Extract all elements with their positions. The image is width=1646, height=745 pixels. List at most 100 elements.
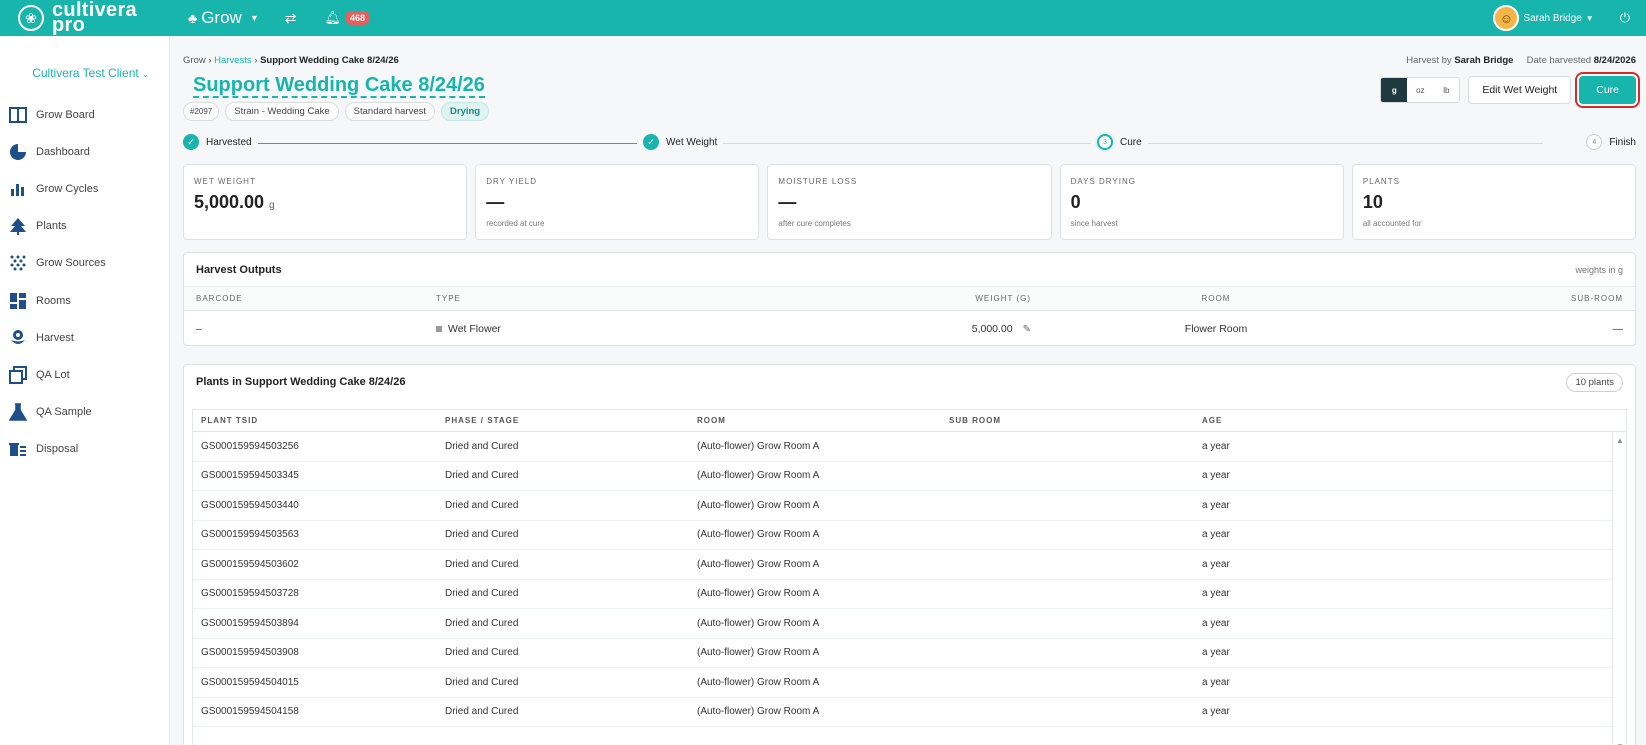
type-label: Wet Flower xyxy=(448,323,501,335)
stat-number: 5,000.00 xyxy=(194,192,265,212)
sidebar: Cultivera Test Client ⌄ Grow Board Dashbo… xyxy=(0,36,170,745)
client-name: Cultivera Test Client xyxy=(32,66,139,80)
table-row: – Wet Flower 5,000.00 ✎ Flower Room — xyxy=(184,311,1635,347)
power-icon[interactable]: ⏻ xyxy=(1620,10,1630,26)
age-cell: a year xyxy=(1202,676,1230,688)
step-wet-weight: ✓ Wet Weight xyxy=(637,134,724,150)
type-cell: Wet Flower xyxy=(436,323,736,335)
main-content: Grow › Harvests › Support Wedding Cake 8… xyxy=(171,36,1646,745)
phase-cell: Dried and Cured xyxy=(445,558,519,570)
breadcrumb-separator: › xyxy=(208,55,212,66)
table-row[interactable]: GS000159594503563 Dried and Cured (Auto-fl… xyxy=(193,521,1626,550)
table-row[interactable]: GS000159594503345 Dried and Cured (Auto-fl… xyxy=(193,462,1626,491)
panel-title: Plants in Support Wedding Cake 8/24/26 xyxy=(196,376,406,388)
sidebar-item-grow-sources[interactable]: Grow Sources xyxy=(0,245,169,282)
plant-tsid-cell: GS000159594504015 xyxy=(201,676,299,688)
breadcrumb-separator: › xyxy=(254,55,258,66)
table-row[interactable]: GS000159594504158 Dried and Cured (Auto-fl… xyxy=(193,698,1626,727)
stat-sub: after cure completes xyxy=(778,219,851,228)
client-selector[interactable]: Cultivera Test Client ⌄ xyxy=(0,66,169,80)
plant-tsid-cell: GS000159594503602 xyxy=(201,558,299,570)
action-bar: g oz lb Edit Wet Weight Cure xyxy=(1380,76,1636,104)
plant-tsid-cell: GS000159594503345 xyxy=(201,470,299,482)
sidebar-item-qa-lot[interactable]: QA Lot xyxy=(0,356,169,393)
swap-icon[interactable]: ⇄ xyxy=(285,10,297,27)
column-header[interactable]: SUB ROOM xyxy=(949,416,1202,425)
sidebar-item-grow-cycles[interactable]: Grow Cycles xyxy=(0,170,169,207)
breadcrumb-harvests-link[interactable]: Harvests xyxy=(214,55,251,66)
phase-cell: Dried and Cured xyxy=(445,647,519,659)
module-label: Grow xyxy=(201,8,242,27)
sidebar-item-rooms[interactable]: Rooms xyxy=(0,282,169,319)
room-cell: (Auto-flower) Grow Room A xyxy=(697,499,820,511)
stat-card-dry-yield: DRY YIELD — recorded at cure xyxy=(475,164,760,240)
sidebar-item-plants[interactable]: Plants xyxy=(0,208,169,245)
age-cell: a year xyxy=(1202,440,1230,452)
age-cell: a year xyxy=(1202,499,1230,511)
room-cell: Flower Room xyxy=(1184,323,1248,335)
module-menu[interactable]: ♣ Grow ▼ xyxy=(180,8,267,28)
harvest-type-tag: Standard harvest xyxy=(344,102,436,121)
room-cell: (Auto-flower) Grow Room A xyxy=(697,529,820,541)
grid-header: PLANT TSID PHASE / STAGE ROOM SUB ROOM A… xyxy=(193,410,1626,432)
avatar[interactable]: ☺ xyxy=(1493,5,1520,31)
plant-tsid-cell: GS000159594503563 xyxy=(201,529,299,541)
room-cell: (Auto-flower) Grow Room A xyxy=(697,588,820,600)
sidebar-item-label: Dashboard xyxy=(36,145,90,158)
step-cure: 3 Cure xyxy=(1091,134,1148,150)
unit-lb-button[interactable]: lb xyxy=(1433,78,1459,102)
scroll-up-icon[interactable]: ▲ xyxy=(1616,436,1624,445)
stat-value: — xyxy=(778,192,797,212)
table-row[interactable]: GS000159594503440 Dried and Cured (Auto-fl… xyxy=(193,491,1626,521)
pencil-icon[interactable]: ✎ xyxy=(1023,324,1031,335)
bell-icon: 🔔︎ xyxy=(324,10,341,25)
notifications-button[interactable]: 🔔︎ 468 xyxy=(324,10,371,26)
disposal-icon xyxy=(8,439,28,459)
edit-wet-weight-button[interactable]: Edit Wet Weight xyxy=(1468,76,1572,104)
cure-button[interactable]: Cure xyxy=(1579,76,1636,104)
logo[interactable]: ❀ cultivera pro xyxy=(0,0,180,36)
page-title[interactable]: Support Wedding Cake 8/24/26 xyxy=(193,74,485,98)
sidebar-item-qa-sample[interactable]: QA Sample xyxy=(0,394,169,431)
table-row[interactable]: GS000159594503908 Dried and Cured (Auto-fl… xyxy=(193,639,1626,668)
chevron-down-icon[interactable]: ▼ xyxy=(1586,14,1594,23)
grid-scrollbar[interactable]: ▲ ▼ xyxy=(1612,432,1626,745)
phase-cell: Dried and Cured xyxy=(445,470,519,482)
table-row[interactable]: GS000159594503256 Dried and Cured (Auto-fl… xyxy=(193,432,1626,462)
weights-note: weights in g xyxy=(1575,264,1623,275)
sub-room-cell: — xyxy=(1612,323,1624,335)
panel-header: Plants in Support Wedding Cake 8/24/26 1… xyxy=(184,365,1635,399)
phase-cell: Dried and Cured xyxy=(445,588,519,600)
sidebar-item-harvest[interactable]: Harvest xyxy=(0,319,169,356)
step-label: Cure xyxy=(1120,136,1142,148)
column-header[interactable]: PLANT TSID xyxy=(193,416,445,425)
plant-tsid-cell: GS000159594503908 xyxy=(201,647,299,659)
type-swatch xyxy=(436,326,442,333)
column-header[interactable]: PHASE / STAGE xyxy=(445,416,697,425)
table-row[interactable]: GS000159594503894 Dried and Cured (Auto-fl… xyxy=(193,609,1626,639)
step-label: Wet Weight xyxy=(666,136,718,148)
room-cell: (Auto-flower) Grow Room A xyxy=(697,470,820,482)
sidebar-item-label: Rooms xyxy=(36,294,71,307)
user-name[interactable]: Sarah Bridge xyxy=(1523,13,1581,24)
column-header[interactable]: AGE xyxy=(1202,416,1626,425)
step-connector xyxy=(1103,143,1543,144)
unit-g-button[interactable]: g xyxy=(1381,78,1408,102)
age-cell: a year xyxy=(1202,470,1230,482)
sidebar-item-disposal[interactable]: Disposal xyxy=(0,431,169,468)
unit-oz-button[interactable]: oz xyxy=(1407,78,1433,102)
stat-sub: recorded at cure xyxy=(486,219,545,228)
table-row[interactable]: GS000159594503728 Dried and Cured (Auto-fl… xyxy=(193,580,1626,609)
sidebar-item-dashboard[interactable]: Dashboard xyxy=(0,133,169,170)
table-row[interactable]: GS000159594504015 Dried and Cured (Auto-fl… xyxy=(193,668,1626,698)
sidebar-item-label: Grow Cycles xyxy=(36,182,99,195)
breadcrumb-root[interactable]: Grow xyxy=(183,55,206,66)
column-header[interactable]: ROOM xyxy=(697,416,949,425)
check-icon: ✓ xyxy=(183,134,199,150)
column-header: TYPE xyxy=(436,294,461,303)
table-row[interactable]: GS000159594503602 Dried and Cured (Auto-fl… xyxy=(193,550,1626,580)
step-number: 3 xyxy=(1097,134,1113,150)
phase-cell: Dried and Cured xyxy=(445,440,519,452)
sidebar-item-grow-board[interactable]: Grow Board xyxy=(0,96,169,133)
breadcrumb-current: Support Wedding Cake 8/24/26 xyxy=(260,55,399,66)
